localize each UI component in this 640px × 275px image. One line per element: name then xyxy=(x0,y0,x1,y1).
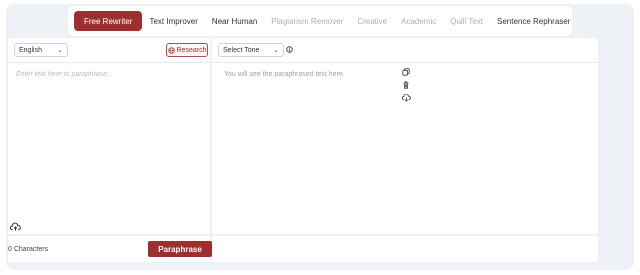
tab-sentence-rephraser[interactable]: Sentence Rephraser xyxy=(490,11,577,31)
research-label: Research xyxy=(176,46,207,54)
tab-free-rewriter[interactable]: Free Rewriter xyxy=(74,11,143,31)
copy-icon[interactable] xyxy=(402,68,411,76)
research-button[interactable]: Research xyxy=(166,43,208,57)
output-footer xyxy=(212,236,598,262)
tab-academic[interactable]: Academic xyxy=(394,11,443,31)
tab-plagiarism-remover[interactable]: Plagiarism Remover xyxy=(264,11,350,31)
divider xyxy=(8,62,210,63)
output-text: You will see the paraphrased text here. xyxy=(224,71,345,78)
tab-near-human[interactable]: Near Human xyxy=(205,11,264,31)
paraphrase-button[interactable]: Paraphrase xyxy=(148,241,212,257)
globe-icon xyxy=(167,46,175,54)
language-select[interactable]: English ⌄ xyxy=(14,43,68,57)
cloud-upload-icon[interactable] xyxy=(10,222,21,232)
chevron-down-icon: ⌄ xyxy=(273,47,279,54)
language-value: English xyxy=(19,46,42,54)
info-icon[interactable] xyxy=(286,46,293,53)
tab-creative[interactable]: Creative xyxy=(350,11,394,31)
paraphrase-input[interactable]: Enter text here to paraphrase... xyxy=(16,71,113,78)
chevron-down-icon: ⌄ xyxy=(57,47,63,54)
output-actions xyxy=(402,68,411,102)
trash-icon[interactable] xyxy=(402,81,411,89)
tone-value: Select Tone xyxy=(223,46,260,54)
tab-quill-text[interactable]: Quill Text xyxy=(443,11,490,31)
tone-select[interactable]: Select Tone ⌄ xyxy=(218,43,284,57)
divider xyxy=(212,62,598,63)
character-count: 0 Characters xyxy=(8,246,49,253)
mode-tabbar: Free Rewriter Text Improver Near Human P… xyxy=(68,6,572,36)
tab-text-improver[interactable]: Text Improver xyxy=(142,11,204,31)
cloud-download-icon[interactable] xyxy=(402,94,411,102)
input-panel: English ⌄ Research Enter text here to pa… xyxy=(8,38,210,234)
